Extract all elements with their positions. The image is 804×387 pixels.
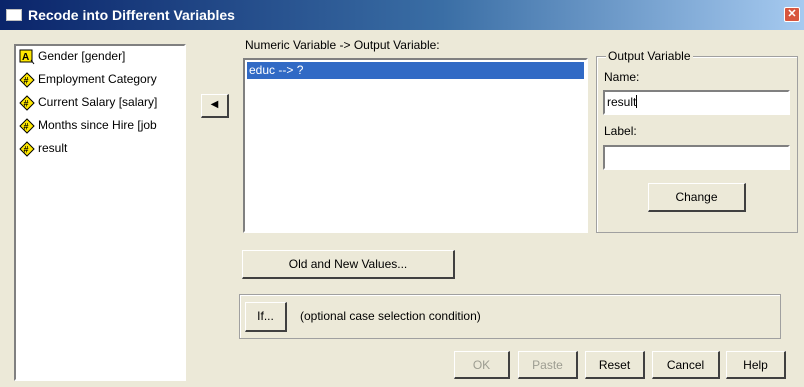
string-var-icon: A — [19, 49, 35, 65]
window-title: Recode into Different Variables — [28, 7, 235, 23]
title-bar[interactable]: Recode into Different Variables ✕ — [0, 0, 804, 30]
reset-button[interactable]: Reset — [585, 351, 645, 379]
mapping-list[interactable]: educ --> ? — [243, 58, 588, 233]
variable-label: Months since Hire [job — [38, 118, 157, 132]
text-caret — [636, 95, 638, 108]
variable-label: Employment Category — [38, 72, 157, 86]
label-label: Label: — [604, 124, 637, 138]
help-button[interactable]: Help — [726, 351, 786, 379]
window-icon — [6, 9, 22, 21]
svg-text:#: # — [24, 76, 29, 86]
mapping-item[interactable]: educ --> ? — [247, 62, 584, 79]
if-condition-description: (optional case selection condition) — [300, 309, 481, 323]
cancel-button[interactable]: Cancel — [652, 351, 720, 379]
svg-text:#: # — [24, 122, 29, 132]
numeric-var-icon: # — [19, 72, 35, 88]
output-name-value: result — [607, 95, 637, 109]
output-variable-legend: Output Variable — [606, 49, 693, 63]
left-arrow-icon: ◀ — [210, 99, 219, 110]
horizontal-scrollbar[interactable] — [16, 373, 184, 379]
change-button[interactable]: Change — [648, 183, 746, 212]
if-button[interactable]: If... — [245, 302, 287, 332]
variable-item-gender[interactable]: A Gender [gender] — [16, 46, 184, 69]
ok-button[interactable]: OK — [454, 351, 510, 379]
paste-button[interactable]: Paste — [518, 351, 578, 379]
svg-text:#: # — [24, 99, 29, 109]
move-variable-button[interactable]: ◀ — [201, 94, 229, 118]
output-name-field[interactable]: result — [603, 90, 790, 115]
old-and-new-values-button[interactable]: Old and New Values... — [242, 250, 455, 279]
svg-text:#: # — [24, 145, 29, 155]
numeric-var-icon: # — [19, 95, 35, 111]
variable-label: result — [38, 141, 68, 155]
name-label: Name: — [604, 70, 640, 84]
recode-dialog: Recode into Different Variables ✕ A Gend… — [0, 0, 804, 387]
variable-label: Gender [gender] — [38, 49, 126, 63]
output-label-field[interactable] — [603, 145, 790, 170]
variable-item-result[interactable]: # result — [16, 138, 184, 161]
numeric-var-icon: # — [19, 118, 35, 134]
variable-item-employment-category[interactable]: # Employment Category — [16, 69, 184, 92]
mapping-list-header: Numeric Variable -> Output Variable: — [245, 38, 440, 52]
variable-label: Current Salary [salary] — [38, 95, 158, 109]
variable-item-months-since-hire[interactable]: # Months since Hire [job — [16, 115, 184, 138]
svg-text:A: A — [22, 52, 29, 63]
close-icon: ✕ — [787, 8, 797, 20]
numeric-var-icon: # — [19, 141, 35, 157]
close-button[interactable]: ✕ — [784, 7, 800, 22]
variable-item-current-salary[interactable]: # Current Salary [salary] — [16, 92, 184, 115]
mapping-item-text: educ --> ? — [249, 63, 304, 77]
source-variable-list[interactable]: A Gender [gender] # Employment Category … — [14, 44, 186, 381]
